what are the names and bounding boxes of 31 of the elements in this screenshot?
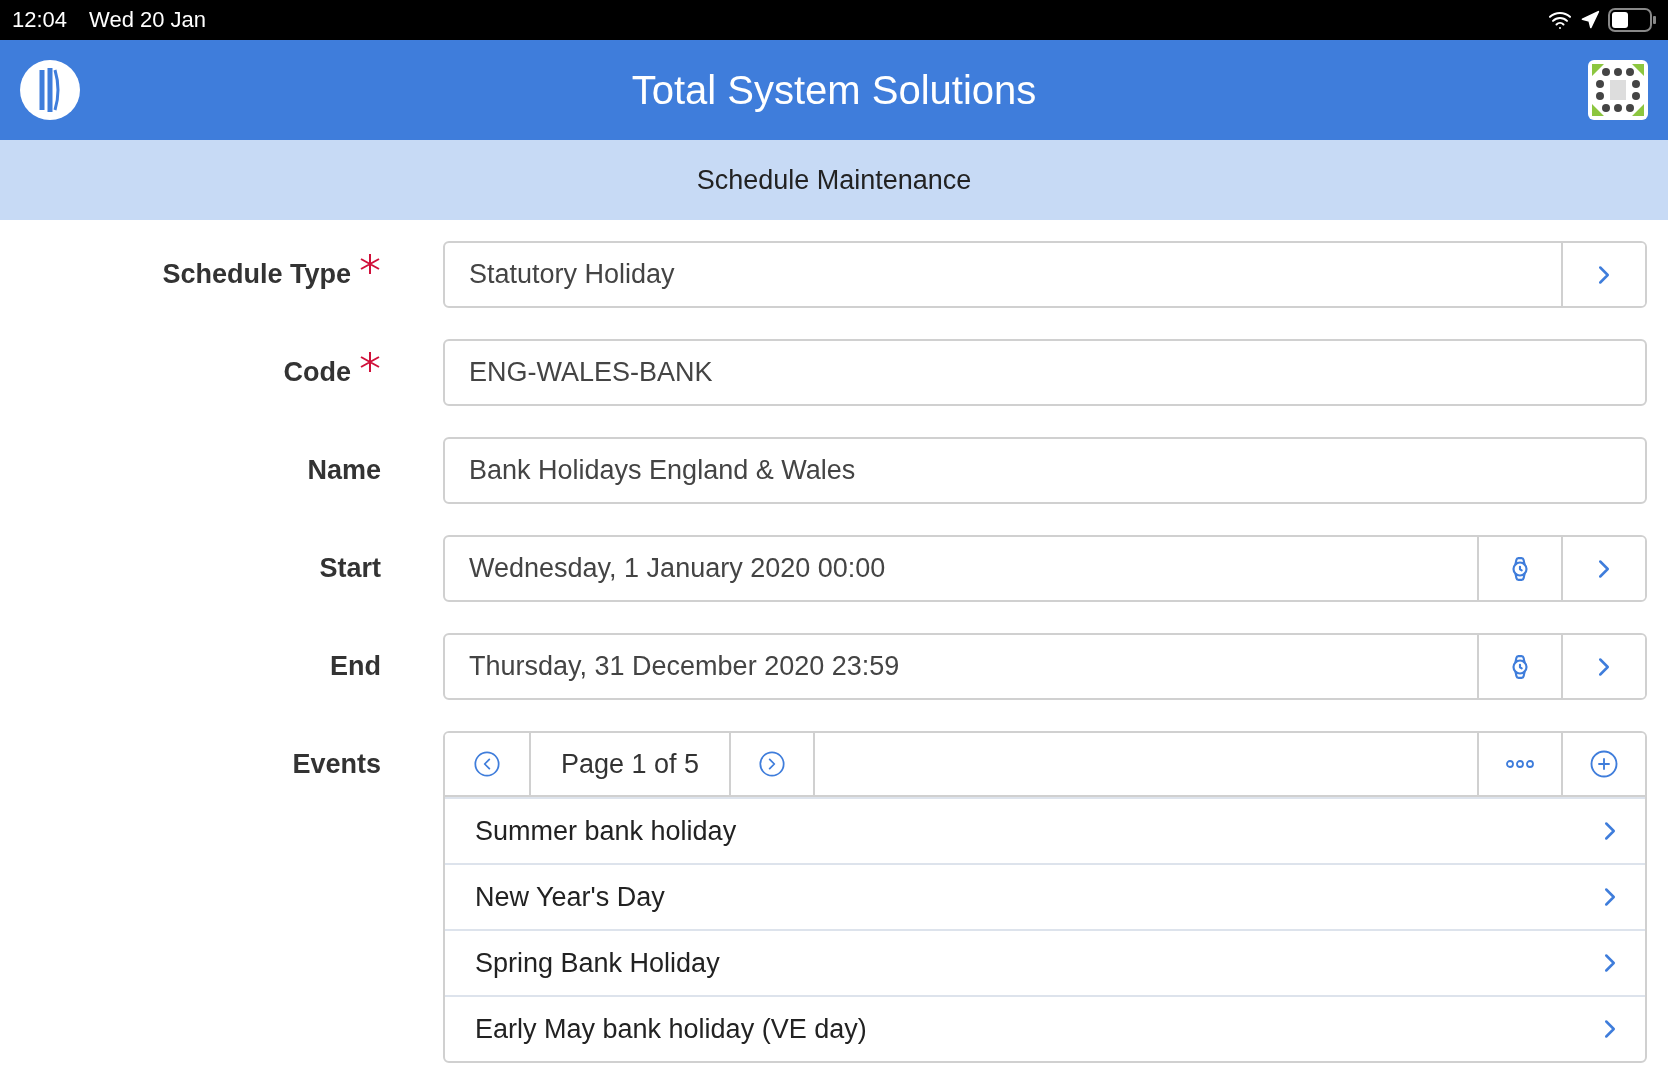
chevron-left-circle-icon bbox=[473, 750, 501, 778]
app-title: Total System Solutions bbox=[630, 67, 1038, 113]
field-label: Code bbox=[283, 357, 351, 388]
event-row[interactable]: Early May bank holiday (VE day) bbox=[445, 995, 1645, 1061]
field-label: Start bbox=[319, 553, 381, 584]
event-row[interactable]: New Year's Day bbox=[445, 863, 1645, 929]
logo-icon[interactable] bbox=[20, 60, 80, 120]
field-label: Schedule Type bbox=[162, 259, 351, 290]
field-label: End bbox=[330, 651, 381, 682]
input-field[interactable]: Statutory Holiday bbox=[443, 241, 1647, 308]
input-field[interactable]: Bank Holidays England & Wales bbox=[443, 437, 1647, 504]
grid-app-icon[interactable] bbox=[1588, 60, 1648, 120]
field-label: Events bbox=[292, 749, 381, 780]
input-field[interactable]: ENG-WALES-BANK bbox=[443, 339, 1647, 406]
plus-circle-icon bbox=[1589, 749, 1619, 779]
more-icon bbox=[1506, 759, 1534, 769]
chevron-right-circle-icon bbox=[758, 750, 786, 778]
field-label: Name bbox=[307, 455, 381, 486]
status-time: 12:04 bbox=[12, 7, 68, 33]
page-title: Schedule Maintenance bbox=[0, 140, 1668, 220]
input-field[interactable]: Thursday, 31 December 2020 23:59 bbox=[443, 633, 1647, 700]
chevron-right-button[interactable] bbox=[1561, 635, 1645, 698]
chevron-right-button[interactable] bbox=[1561, 243, 1645, 306]
add-button[interactable] bbox=[1561, 733, 1645, 795]
status-date: Wed 20 Jan bbox=[89, 7, 207, 33]
battery-icon bbox=[1608, 8, 1656, 32]
input-field[interactable]: Wednesday, 1 January 2020 00:00 bbox=[443, 535, 1647, 602]
event-row[interactable]: Summer bank holiday bbox=[445, 797, 1645, 863]
event-row[interactable]: Spring Bank Holiday bbox=[445, 929, 1645, 995]
location-arrow-icon bbox=[1580, 10, 1600, 30]
chevron-right-button[interactable] bbox=[1561, 537, 1645, 600]
